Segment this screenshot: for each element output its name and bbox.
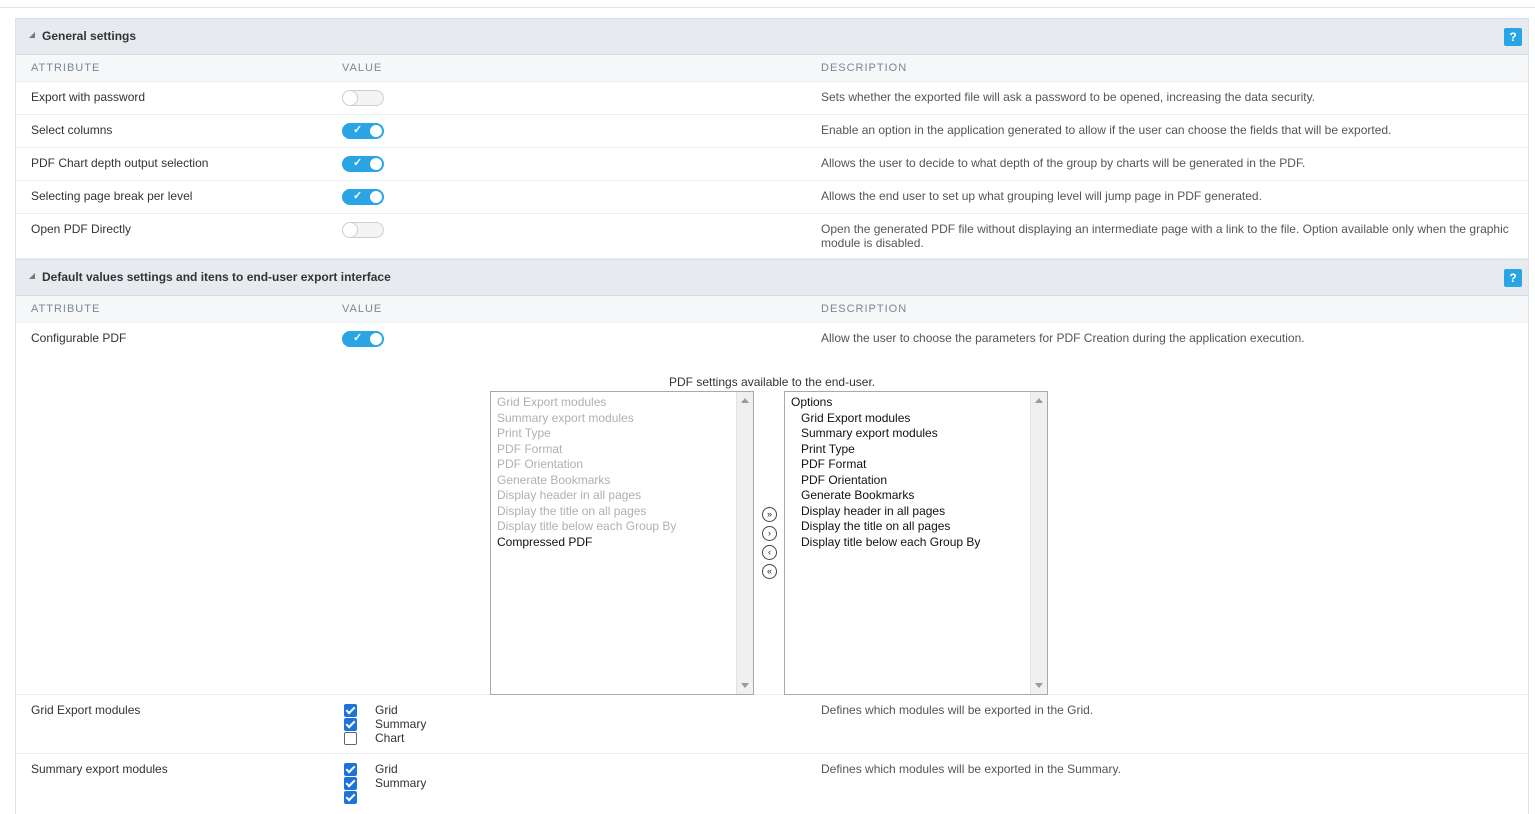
help-icon[interactable]: ? [1504,28,1522,46]
scrollbar[interactable] [736,392,753,694]
table-row: Summary export modules Grid Summary Defi… [16,754,1528,814]
list-item: Summary export modules [497,410,634,425]
list-item: Print Type [497,426,551,440]
scrollbar[interactable] [1030,392,1047,694]
column-headers: ATTRIBUTE VALUE DESCRIPTION [16,296,1528,323]
settings-panel: General settings ? ATTRIBUTE VALUE DESCR… [15,18,1529,814]
column-header-description: DESCRIPTION [821,303,908,315]
list-item[interactable]: Compressed PDF [491,535,753,551]
list-item[interactable]: Display title below each Group By [785,535,1047,551]
collapse-triangle-icon[interactable] [29,273,35,279]
select-columns-toggle[interactable]: ✓ [342,123,384,139]
table-row: Open PDF Directly Open the generated PDF… [16,214,1528,259]
section-title: Default values settings and itens to end… [42,270,391,284]
help-icon[interactable]: ? [1504,269,1522,287]
list-item[interactable]: Summary export modules [785,426,1047,442]
list-item[interactable]: Display the title on all pages [785,519,1047,535]
attribute-label: Configurable PDF [31,331,127,345]
checkbox-label: Grid [375,703,398,717]
top-divider [0,7,1535,8]
attribute-description: Open the generated PDF file without disp… [821,222,1509,250]
attribute-description: Allows the end user to set up what group… [821,189,1262,203]
list-item[interactable]: Print Type [785,442,1047,458]
scroll-down-icon[interactable] [1035,683,1043,688]
column-header-value: VALUE [342,62,383,74]
list-item[interactable]: PDF Orientation [785,473,1047,489]
check-icon: ✓ [353,124,363,136]
attribute-description: Defines which modules will be exported i… [821,762,1121,776]
list-item: Grid Export modules [497,395,607,409]
list-item: PDF Format [497,441,563,456]
checkbox[interactable] [344,763,357,776]
checkbox-label: Summary [375,717,427,731]
table-row: Select columns ✓ Enable an option in the… [16,115,1528,148]
list-item: Display header in all pages [497,488,642,502]
checkbox[interactable] [344,732,357,745]
configurable-pdf-toggle[interactable]: ✓ [342,331,384,347]
attribute-description: Allow the user to choose the parameters … [821,331,1305,345]
page-break-level-toggle[interactable]: ✓ [342,189,384,205]
add-button[interactable]: › [762,526,777,541]
list-item: PDF Orientation [497,457,584,471]
column-header-attribute: ATTRIBUTE [31,303,101,315]
list-item: Display title below each Group By [497,519,677,533]
pdf-settings-caption: PDF settings available to the end-user. [669,375,876,389]
checkbox[interactable] [344,777,357,790]
add-all-button[interactable]: » [762,507,777,522]
table-row: Configurable PDF ✓ Allow the user to cho… [16,323,1528,359]
check-icon: ✓ [353,332,363,344]
export-password-toggle[interactable] [342,90,384,106]
attribute-description: Sets whether the exported file will ask … [821,90,1316,104]
selected-options-list[interactable]: Options Grid Export modules Summary expo… [784,391,1048,695]
column-header-value: VALUE [342,303,383,315]
checkbox[interactable] [344,704,357,717]
list-item: Display the title on all pages [497,503,647,518]
check-icon: ✓ [353,190,363,202]
checkbox[interactable] [344,791,357,804]
remove-button[interactable]: ‹ [762,545,777,560]
section-header-general[interactable]: General settings ? [16,18,1528,55]
list-item[interactable]: Grid Export modules [785,411,1047,427]
scroll-up-icon[interactable] [1035,398,1043,403]
check-icon: ✓ [353,157,363,169]
open-pdf-directly-toggle[interactable] [342,222,384,238]
checkbox-label: Chart [375,731,405,745]
section-header-default-values[interactable]: Default values settings and itens to end… [16,259,1528,296]
pdf-chart-depth-toggle[interactable]: ✓ [342,156,384,172]
checkbox-label: Grid [375,762,398,776]
attribute-description: Allows the user to decide to what depth … [821,156,1306,170]
attribute-description: Enable an option in the application gene… [821,123,1392,137]
column-header-attribute: ATTRIBUTE [31,62,101,74]
list-item[interactable]: Display header in all pages [785,504,1047,520]
table-row: Grid Export modules Grid Summary Chart D… [16,695,1528,754]
collapse-triangle-icon[interactable] [29,32,35,38]
attribute-description: Defines which modules will be exported i… [821,703,1094,717]
pdf-settings-block: PDF settings available to the end-user. … [16,359,1528,695]
attribute-label: Grid Export modules [31,703,141,717]
scroll-down-icon[interactable] [741,683,749,688]
remove-all-button[interactable]: « [762,564,777,579]
checkbox[interactable] [344,718,357,731]
table-row: PDF Chart depth output selection ✓ Allow… [16,148,1528,181]
list-item[interactable]: PDF Format [785,457,1047,473]
attribute-label: PDF Chart depth output selection [31,156,209,170]
attribute-label: Selecting page break per level [31,189,193,203]
available-options-list[interactable]: Grid Export modules Summary export modul… [490,391,754,695]
attribute-label: Open PDF Directly [31,222,132,236]
table-row: Selecting page break per level ✓ Allows … [16,181,1528,214]
attribute-label: Summary export modules [31,762,168,776]
attribute-label: Select columns [31,123,113,137]
column-headers: ATTRIBUTE VALUE DESCRIPTION [16,55,1528,82]
scroll-up-icon[interactable] [741,398,749,403]
list-group-label: Options [791,395,833,409]
list-item: Generate Bookmarks [497,472,611,487]
column-header-description: DESCRIPTION [821,62,908,74]
list-item[interactable]: Generate Bookmarks [785,488,1047,504]
checkbox-label: Summary [375,776,427,790]
attribute-label: Export with password [31,90,146,104]
section-title: General settings [42,29,137,43]
table-row: Export with password Sets whether the ex… [16,82,1528,115]
